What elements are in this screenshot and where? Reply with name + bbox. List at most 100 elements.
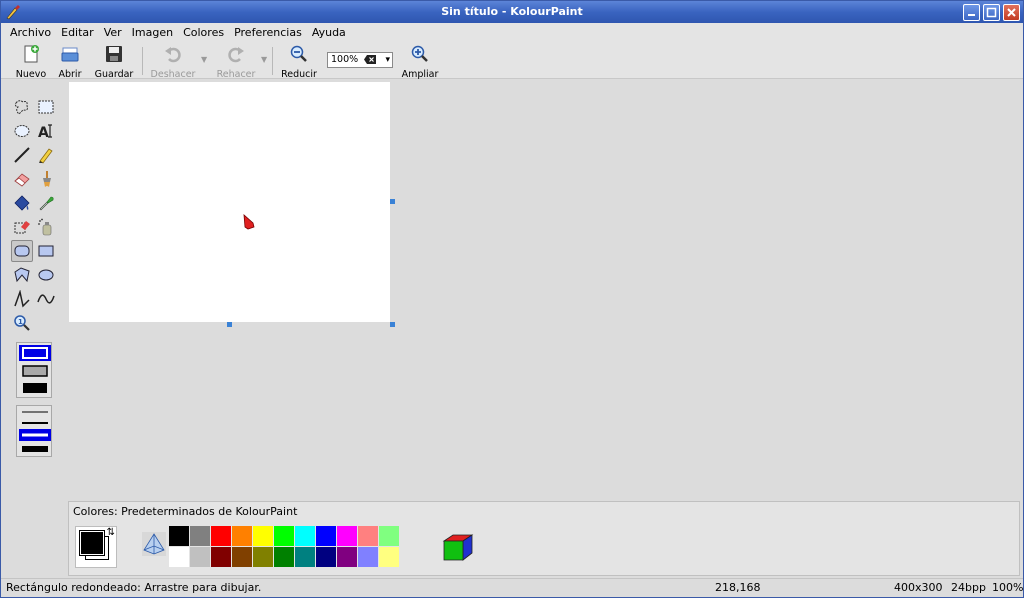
menu-imagen[interactable]: Imagen: [127, 26, 178, 39]
drawing-canvas[interactable]: [69, 82, 390, 322]
undo-button[interactable]: Deshacer: [149, 44, 197, 80]
main-toolbar: Nuevo Abrir Guardar Deshacer ▼ Rehacer ▼…: [1, 41, 1023, 80]
title-bar: Sin título - KolourPaint: [1, 1, 1023, 23]
foreground-color-swatch[interactable]: [79, 530, 105, 556]
tool-zoom[interactable]: 1: [11, 312, 33, 334]
tool-curve[interactable]: [35, 288, 57, 310]
line-width-1[interactable]: [19, 407, 51, 417]
close-button[interactable]: [1003, 4, 1020, 21]
palette-swatch[interactable]: [316, 526, 336, 546]
curve-icon: [37, 294, 55, 304]
fill-option-foreground[interactable]: [19, 380, 51, 396]
line-width-4[interactable]: [19, 442, 51, 456]
menu-ayuda[interactable]: Ayuda: [307, 26, 351, 39]
palette-swatch[interactable]: [316, 547, 336, 567]
tool-elliptical-selection[interactable]: [11, 120, 33, 142]
line-width-3[interactable]: [19, 429, 51, 441]
clear-text-icon[interactable]: [364, 55, 376, 64]
palette-swatch[interactable]: [274, 526, 294, 546]
fill-option-background[interactable]: [19, 363, 51, 379]
redo-icon: [228, 47, 244, 63]
color-cube-icon[interactable]: [441, 529, 475, 563]
tool-free-form-selection[interactable]: [11, 96, 33, 118]
palette-swatch[interactable]: [232, 526, 252, 546]
close-icon: [1007, 8, 1016, 17]
palette-swatch[interactable]: [358, 526, 378, 546]
palette-swatch[interactable]: [190, 547, 210, 567]
zoom-combobox[interactable]: 100% ▾: [327, 52, 393, 68]
menu-editar[interactable]: Editar: [56, 26, 99, 39]
redo-button[interactable]: Rehacer: [213, 44, 259, 80]
transparent-color-icon[interactable]: [142, 532, 166, 556]
resize-handle-corner[interactable]: [390, 322, 395, 327]
eraser-icon: [14, 173, 30, 187]
palette-swatch[interactable]: [190, 526, 210, 546]
zoom-out-button[interactable]: Reducir: [279, 44, 319, 80]
palette-swatch[interactable]: [295, 526, 315, 546]
thickest-line-icon: [22, 446, 48, 452]
tool-rectangle[interactable]: [35, 240, 57, 262]
palette-swatch[interactable]: [253, 526, 273, 546]
zoom-in-button[interactable]: Ampliar: [399, 44, 441, 80]
image-size: 400x300: [894, 581, 943, 594]
line-width-2[interactable]: [19, 418, 51, 428]
spraycan-icon: [38, 218, 52, 236]
toolbar-separator: [272, 47, 273, 75]
maximize-button[interactable]: [983, 4, 1000, 21]
ellipse-icon: [38, 269, 54, 281]
minimize-button[interactable]: [963, 4, 980, 21]
tool-line[interactable]: [11, 144, 33, 166]
tool-brush[interactable]: [35, 168, 57, 190]
palette-swatch[interactable]: [253, 547, 273, 567]
connected-lines-icon: [14, 290, 30, 308]
tool-polygon[interactable]: [11, 264, 33, 286]
menu-colores[interactable]: Colores: [178, 26, 229, 39]
palette-swatch[interactable]: [232, 547, 252, 567]
tool-flood-fill[interactable]: [11, 192, 33, 214]
palette-swatch-empty[interactable]: [400, 526, 420, 546]
palette-swatch[interactable]: [337, 547, 357, 567]
menu-preferencias[interactable]: Preferencias: [229, 26, 307, 39]
menu-ver[interactable]: Ver: [99, 26, 127, 39]
color-picker-icon: [39, 196, 54, 211]
zoom-dropdown-arrow-icon[interactable]: ▾: [385, 53, 390, 67]
palette-swatch[interactable]: [295, 547, 315, 567]
tool-eraser[interactable]: [11, 168, 33, 190]
window-title: Sin título - KolourPaint: [441, 5, 583, 18]
elliptical-selection-icon: [14, 125, 30, 137]
resize-handle-bottom[interactable]: [227, 322, 232, 327]
tool-connected-lines[interactable]: [11, 288, 33, 310]
svg-text:A: A: [38, 125, 49, 140]
palette-swatch-empty[interactable]: [400, 547, 420, 567]
medium-line-icon: [22, 422, 48, 424]
tool-text[interactable]: A: [35, 120, 57, 142]
tool-pen[interactable]: [35, 144, 57, 166]
foreground-background-selector[interactable]: ⇅: [75, 526, 117, 568]
palette-swatch[interactable]: [211, 526, 231, 546]
palette-swatch[interactable]: [337, 526, 357, 546]
undo-dropdown-arrow-icon[interactable]: ▼: [201, 55, 207, 64]
resize-handle-right[interactable]: [390, 199, 395, 204]
fill-option-outline[interactable]: [19, 345, 51, 361]
new-button[interactable]: Nuevo: [13, 44, 49, 80]
palette-swatch[interactable]: [169, 547, 189, 567]
palette-swatch[interactable]: [274, 547, 294, 567]
palette-swatch[interactable]: [379, 547, 399, 567]
flood-fill-icon: [14, 195, 30, 211]
tool-color-picker[interactable]: [35, 192, 57, 214]
palette-swatch[interactable]: [379, 526, 399, 546]
open-button[interactable]: Abrir: [54, 44, 86, 80]
tool-color-eraser[interactable]: [11, 216, 33, 238]
tool-rounded-rectangle[interactable]: [11, 240, 33, 262]
swap-colors-icon[interactable]: ⇅: [107, 527, 115, 538]
tool-ellipse[interactable]: [35, 264, 57, 286]
redo-dropdown-arrow-icon[interactable]: ▼: [261, 55, 267, 64]
tool-spraycan[interactable]: [35, 216, 57, 238]
palette-swatch[interactable]: [211, 547, 231, 567]
palette-swatch[interactable]: [358, 547, 378, 567]
palette-swatch[interactable]: [169, 526, 189, 546]
save-button[interactable]: Guardar: [93, 44, 135, 80]
zoom-level: 100%: [992, 581, 1024, 594]
tool-rectangular-selection[interactable]: [35, 96, 57, 118]
menu-archivo[interactable]: Archivo: [5, 26, 56, 39]
